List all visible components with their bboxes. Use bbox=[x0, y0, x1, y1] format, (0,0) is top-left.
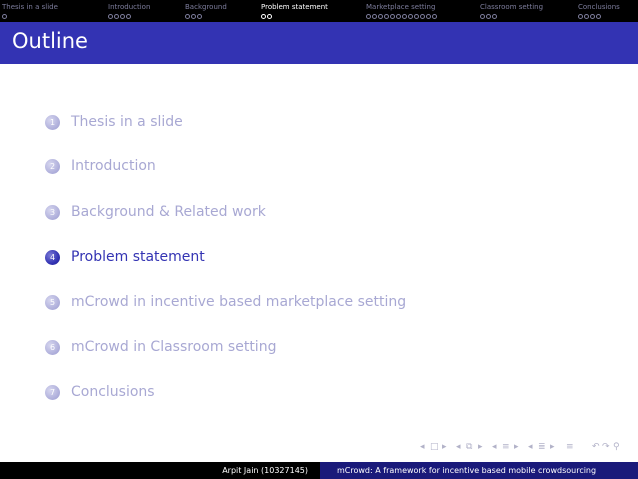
item-number-ball-icon: 7 bbox=[45, 385, 60, 400]
frame-dot-icon[interactable] bbox=[197, 14, 202, 19]
prev-subsection-arrow-icon[interactable]: ◂ bbox=[456, 441, 461, 453]
frame-dot-icon[interactable] bbox=[390, 14, 395, 19]
item-number-ball-icon: 6 bbox=[45, 340, 60, 355]
prev-section-arrow-icon[interactable]: ◂ bbox=[492, 441, 497, 453]
nav-section-dots bbox=[578, 14, 620, 21]
frame-dot-icon[interactable] bbox=[414, 14, 419, 19]
outline-item-label: mCrowd in incentive based marketplace se… bbox=[71, 294, 407, 310]
nav-section-title: Thesis in a slide bbox=[2, 3, 58, 11]
frame-dot-icon[interactable] bbox=[378, 14, 383, 19]
frame-dot-icon[interactable] bbox=[372, 14, 377, 19]
outline-item-label: mCrowd in Classroom setting bbox=[71, 339, 277, 355]
prev-document-arrow-icon[interactable]: ◂ bbox=[528, 441, 533, 453]
document-icon[interactable]: ≣ bbox=[538, 441, 546, 453]
frame-dot-icon[interactable] bbox=[486, 14, 491, 19]
nav-section-dots bbox=[108, 14, 150, 21]
section-navigation-bar: Thesis in a slide Introduction Backgroun… bbox=[0, 0, 638, 22]
next-subsection-arrow-icon[interactable]: ▸ bbox=[478, 441, 483, 453]
frame-dot-icon[interactable] bbox=[108, 14, 113, 19]
nav-section-title: Background bbox=[185, 3, 227, 11]
nav-section-conclusions[interactable]: Conclusions bbox=[578, 3, 620, 21]
frame-dot-icon[interactable] bbox=[2, 14, 7, 19]
outline-item-label: Problem statement bbox=[71, 249, 205, 265]
frame-dot-icon[interactable] bbox=[590, 14, 595, 19]
outline-item-label: Conclusions bbox=[71, 384, 155, 400]
frame-dot-icon[interactable] bbox=[120, 14, 125, 19]
frame-dot-icon[interactable] bbox=[480, 14, 485, 19]
next-section-arrow-icon[interactable]: ▸ bbox=[514, 441, 519, 453]
frame-dot-icon[interactable] bbox=[384, 14, 389, 19]
subsection-icon[interactable]: ⧉ bbox=[466, 441, 472, 453]
frame-dot-icon[interactable] bbox=[420, 14, 425, 19]
frame-dot-icon[interactable] bbox=[267, 14, 272, 19]
item-number-ball-icon: 1 bbox=[45, 115, 60, 130]
nav-section-title: Problem statement bbox=[261, 3, 328, 11]
nav-section-marketplace-setting[interactable]: Marketplace setting bbox=[366, 3, 438, 21]
footer-bar: Arpit Jain (10327145) mCrowd: A framewor… bbox=[0, 462, 638, 479]
nav-section-thesis-in-a-slide[interactable]: Thesis in a slide bbox=[2, 3, 58, 21]
nav-section-dots bbox=[185, 14, 227, 21]
nav-section-problem-statement[interactable]: Problem statement bbox=[261, 3, 328, 21]
outline-item-label: Background & Related work bbox=[71, 204, 266, 220]
nav-section-classroom-setting[interactable]: Classroom setting bbox=[480, 3, 543, 21]
frame-dot-icon[interactable] bbox=[408, 14, 413, 19]
footer-author-box: Arpit Jain (10327145) bbox=[0, 462, 320, 479]
footer-author: Arpit Jain (10327145) bbox=[222, 466, 308, 475]
next-document-arrow-icon[interactable]: ▸ bbox=[550, 441, 555, 453]
section-icon[interactable]: ≡ bbox=[502, 441, 510, 453]
item-number-ball-icon: 4 bbox=[45, 250, 60, 265]
nav-section-dots bbox=[2, 14, 58, 21]
outline-item-label: Introduction bbox=[71, 158, 156, 174]
nav-section-title: Marketplace setting bbox=[366, 3, 436, 11]
frame-title-bar: Outline bbox=[0, 22, 638, 64]
item-number-ball-icon: 2 bbox=[45, 159, 60, 174]
footer-title-box: mCrowd: A framework for incentive based … bbox=[320, 462, 638, 479]
page-title: Outline bbox=[12, 29, 88, 53]
nav-section-title: Classroom setting bbox=[480, 3, 544, 11]
appendix-icon[interactable]: ≡ bbox=[566, 441, 574, 453]
footer-title: mCrowd: A framework for incentive based … bbox=[337, 466, 597, 475]
frame-dot-icon[interactable] bbox=[578, 14, 583, 19]
nav-section-background[interactable]: Background bbox=[185, 3, 227, 21]
outline-item-label: Thesis in a slide bbox=[71, 114, 183, 130]
frame-icon[interactable]: □ bbox=[430, 441, 439, 453]
frame-dot-icon[interactable] bbox=[432, 14, 437, 19]
item-number-ball-icon: 5 bbox=[45, 295, 60, 310]
nav-section-title: Introduction bbox=[108, 3, 151, 11]
frame-dot-icon[interactable] bbox=[126, 14, 131, 19]
next-frame-arrow-icon[interactable]: ▸ bbox=[442, 441, 447, 453]
search-icon[interactable]: ↷ bbox=[602, 441, 610, 453]
frame-dot-icon[interactable] bbox=[492, 14, 497, 19]
frame-dot-icon[interactable] bbox=[114, 14, 119, 19]
beamer-navigation-symbols: ◂ □ ▸ ◂ ⧉ ▸ ◂ ≡ ▸ ◂ ≣ ▸ ≡ ↶ ↷ ⚲ bbox=[420, 441, 630, 453]
frame-dot-icon[interactable] bbox=[402, 14, 407, 19]
frame-dot-icon[interactable] bbox=[191, 14, 196, 19]
frame-dot-icon[interactable] bbox=[396, 14, 401, 19]
frame-dot-icon[interactable] bbox=[366, 14, 371, 19]
zoom-search-icon[interactable]: ⚲ bbox=[613, 441, 620, 453]
frame-dot-icon[interactable] bbox=[261, 14, 266, 19]
prev-frame-arrow-icon[interactable]: ◂ bbox=[420, 441, 425, 453]
frame-dot-icon[interactable] bbox=[584, 14, 589, 19]
nav-section-dots bbox=[261, 14, 328, 21]
frame-dot-icon[interactable] bbox=[426, 14, 431, 19]
nav-section-dots bbox=[480, 14, 543, 21]
frame-dot-icon[interactable] bbox=[596, 14, 601, 19]
item-number-ball-icon: 3 bbox=[45, 205, 60, 220]
nav-section-introduction[interactable]: Introduction bbox=[108, 3, 150, 21]
undo-search-icon[interactable]: ↶ bbox=[592, 441, 600, 453]
frame-dot-icon[interactable] bbox=[185, 14, 190, 19]
nav-section-dots bbox=[366, 14, 438, 21]
nav-section-title: Conclusions bbox=[578, 3, 620, 11]
